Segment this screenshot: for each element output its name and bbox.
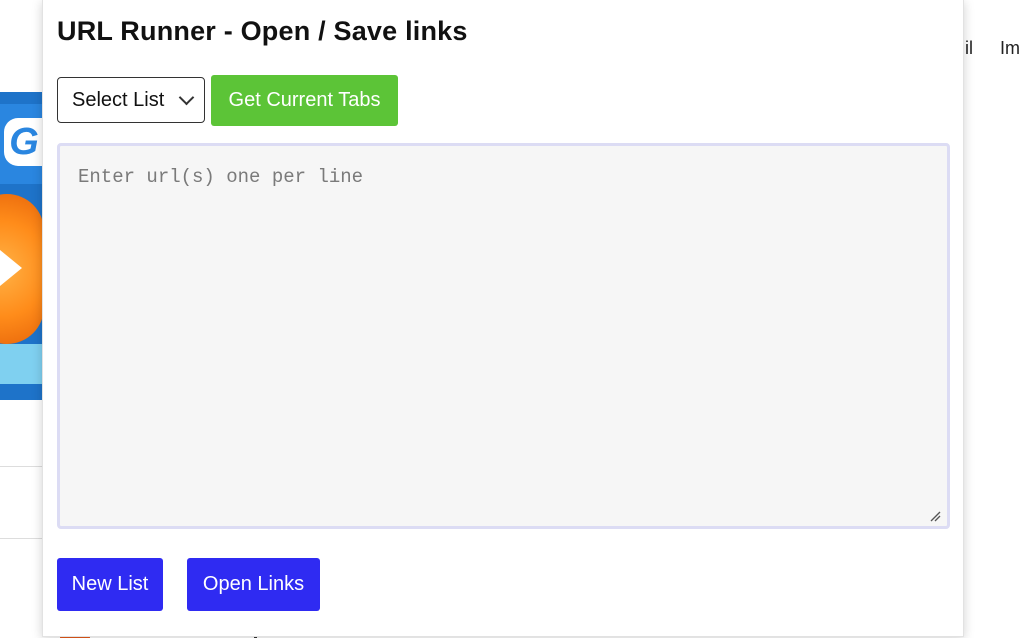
chevron-down-icon: [178, 89, 195, 105]
background-banner-image: G: [0, 92, 44, 400]
play-icon: [0, 250, 22, 286]
background-divider: [0, 538, 44, 539]
url-input-textarea[interactable]: [57, 143, 950, 529]
background-nav-item[interactable]: il: [965, 38, 973, 58]
get-current-tabs-button[interactable]: Get Current Tabs: [211, 75, 398, 126]
list-select-dropdown[interactable]: Select List: [57, 77, 205, 123]
popup-title: URL Runner - Open / Save links: [57, 16, 468, 46]
banner-strip: [0, 344, 44, 384]
url-runner-popup: URL Runner - Open / Save links Select Li…: [42, 0, 964, 637]
new-list-button[interactable]: New List: [57, 558, 163, 611]
banner-tile: G: [0, 104, 44, 184]
list-select-value: Select List: [72, 88, 165, 111]
open-links-button[interactable]: Open Links: [187, 558, 320, 611]
resize-grip-icon[interactable]: [929, 510, 941, 522]
background-nav-item[interactable]: Im: [1000, 38, 1020, 58]
background-divider: [0, 466, 44, 467]
banner-logo-glyph: G: [4, 118, 44, 166]
background-nav: il Im: [962, 38, 1020, 62]
